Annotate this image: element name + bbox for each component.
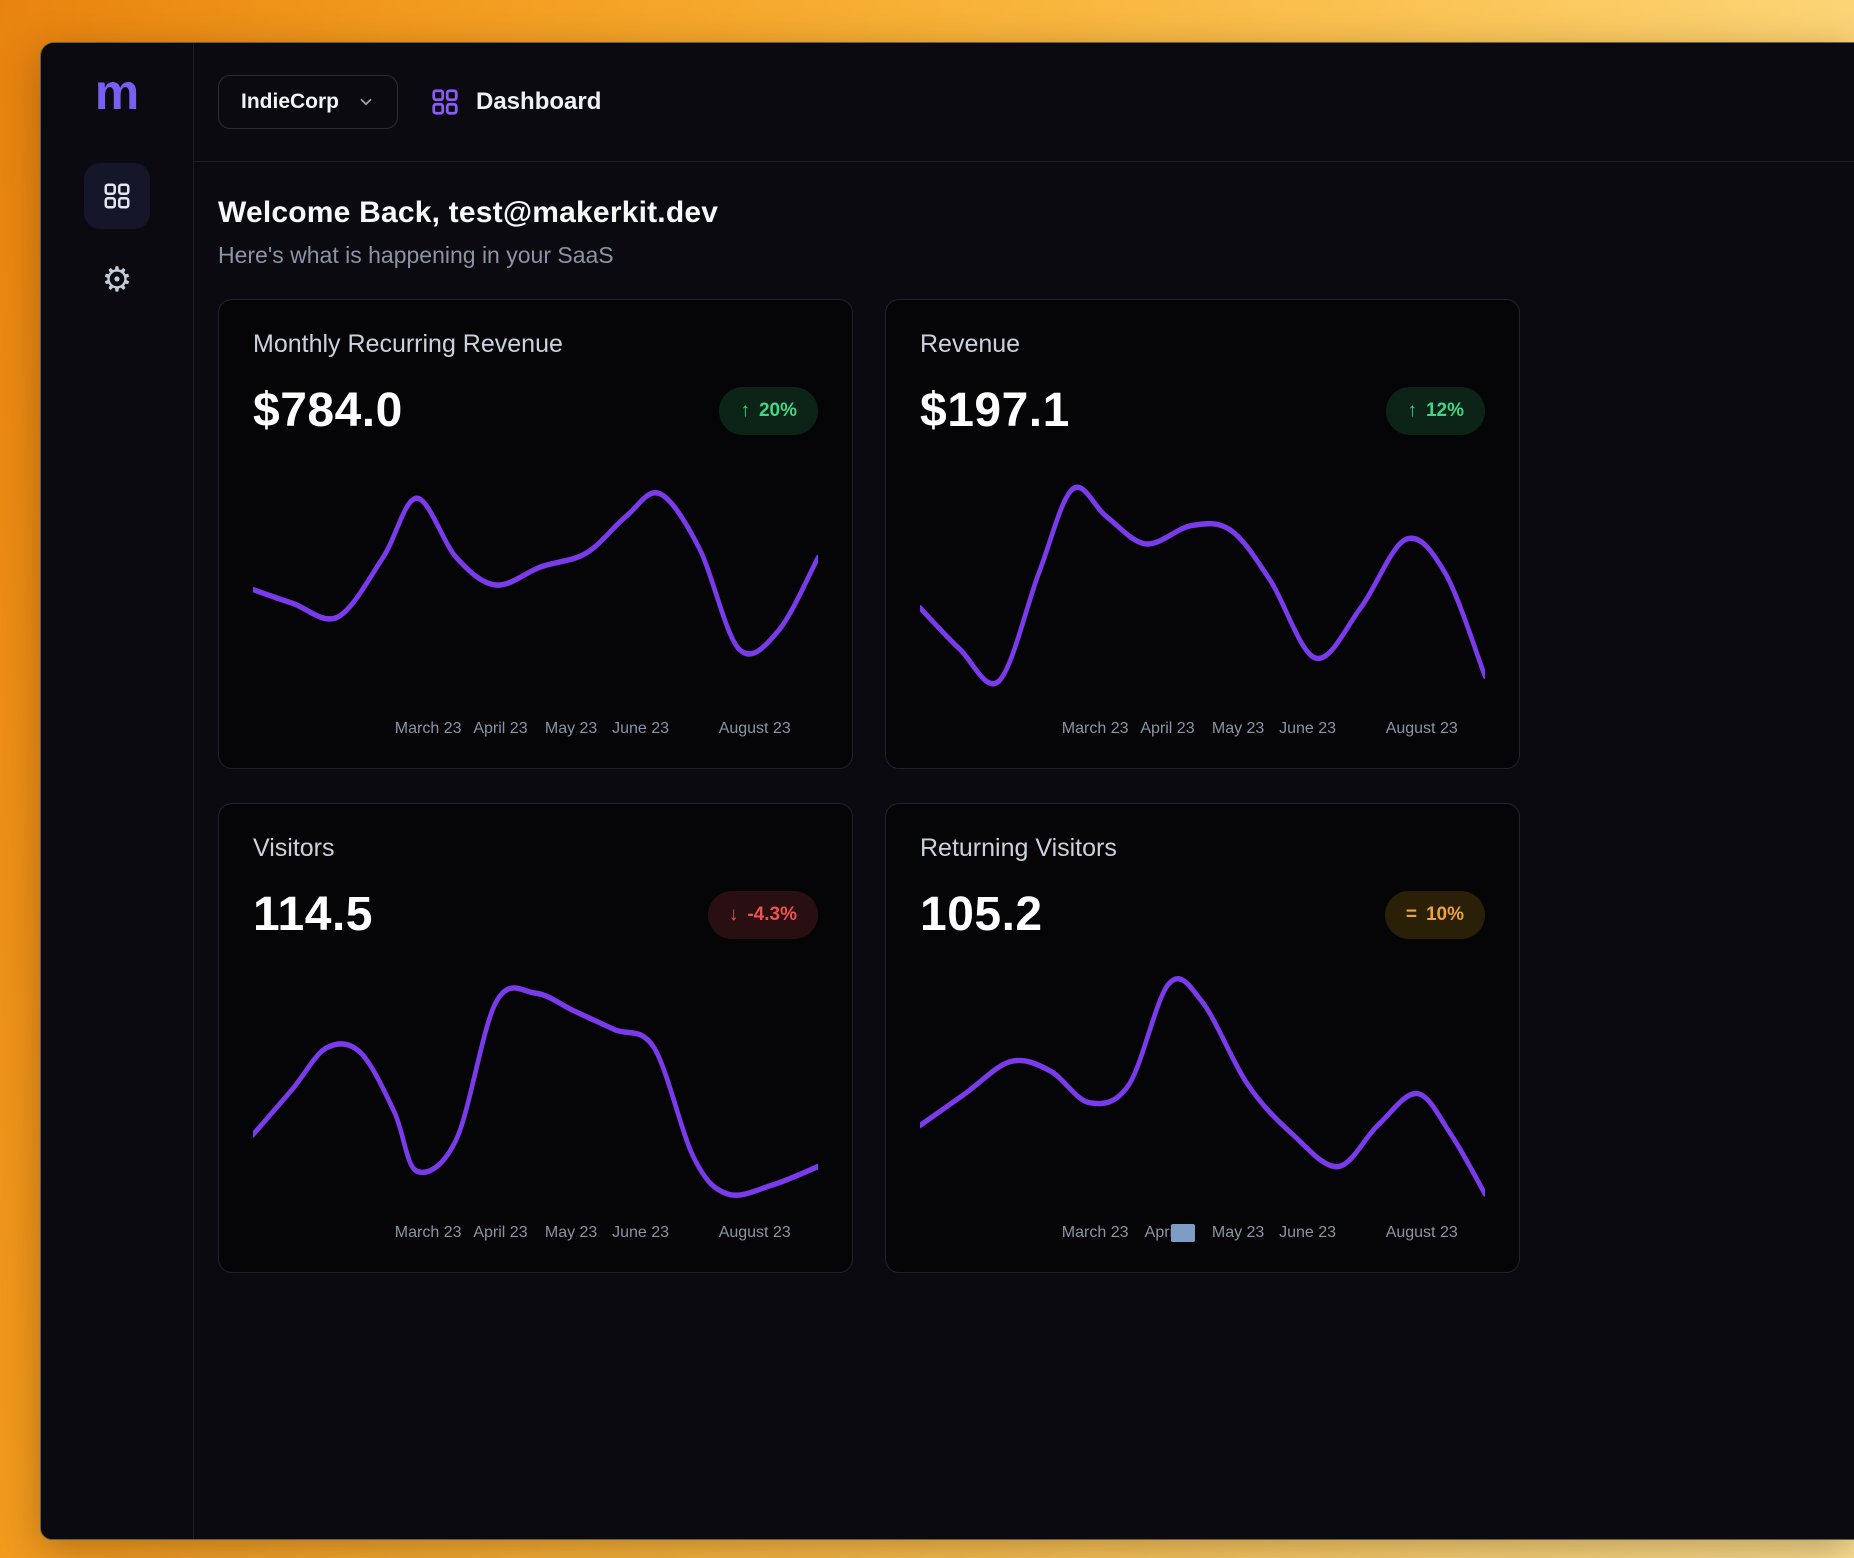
metric-value: $197.1 bbox=[920, 383, 1070, 438]
dashboard-grid-icon bbox=[430, 87, 460, 117]
x-axis-labels: March 23 April 23 May 23 June 23 August … bbox=[253, 1224, 818, 1248]
x-axis-label: March 23 bbox=[395, 720, 462, 738]
x-axis-label: May 23 bbox=[545, 720, 597, 738]
x-axis-label: August 23 bbox=[719, 720, 791, 738]
equals-icon: = bbox=[1406, 904, 1417, 926]
dashboard-content: Welcome Back, test@makerkit.dev Here's w… bbox=[194, 162, 1546, 1273]
x-axis-labels: March 23 April 23 May 23 June 23 August … bbox=[920, 720, 1485, 744]
metric-card-revenue: Revenue $197.1 ↑ 12% March 23 April 23 bbox=[885, 299, 1520, 769]
x-axis-label: June 23 bbox=[612, 720, 669, 738]
sidebar-item-dashboard[interactable] bbox=[84, 163, 150, 229]
selection-highlight bbox=[1171, 1224, 1195, 1242]
app-window: m ⚙ IndieCorp bbox=[40, 42, 1854, 1540]
line-chart-revenue bbox=[920, 460, 1485, 710]
arrow-down-icon: ↓ bbox=[729, 904, 739, 926]
line-chart-returning-visitors bbox=[920, 964, 1485, 1214]
metric-card-visitors: Visitors 114.5 ↓ -4.3% March 23 April 23 bbox=[218, 803, 853, 1273]
x-axis-label: April 23 bbox=[1140, 720, 1194, 738]
trend-badge: ↑ 12% bbox=[1386, 387, 1485, 435]
chevron-down-icon bbox=[357, 93, 375, 111]
metric-cards-grid: Monthly Recurring Revenue $784.0 ↑ 20% M… bbox=[218, 299, 1520, 1273]
gear-icon: ⚙ bbox=[102, 260, 132, 300]
trend-value: 10% bbox=[1426, 904, 1464, 926]
card-title: Visitors bbox=[253, 834, 818, 863]
x-axis-label: March 23 bbox=[1062, 1224, 1129, 1242]
trend-value: 20% bbox=[759, 400, 797, 422]
trend-badge: ↓ -4.3% bbox=[708, 891, 818, 939]
x-axis-label: March 23 bbox=[395, 1224, 462, 1242]
brand-logo: m bbox=[95, 67, 139, 117]
x-axis-label: June 23 bbox=[1279, 1224, 1336, 1242]
line-chart-mrr bbox=[253, 460, 818, 710]
sidebar: m ⚙ bbox=[41, 43, 194, 1539]
card-title: Returning Visitors bbox=[920, 834, 1485, 863]
welcome-subtitle: Here's what is happening in your SaaS bbox=[218, 242, 1520, 269]
x-axis-labels: March 23 April May 23 June 23 August 23 bbox=[920, 1224, 1485, 1248]
x-axis-label: May 23 bbox=[545, 1224, 597, 1242]
metric-value: $784.0 bbox=[253, 383, 403, 438]
x-axis-label: June 23 bbox=[1279, 720, 1336, 738]
grid-icon bbox=[102, 181, 132, 211]
workspace-selector[interactable]: IndieCorp bbox=[218, 75, 398, 129]
x-axis-label: May 23 bbox=[1212, 1224, 1264, 1242]
x-axis-label: April 23 bbox=[473, 1224, 527, 1242]
card-title: Revenue bbox=[920, 330, 1485, 359]
line-chart-visitors bbox=[253, 964, 818, 1214]
card-title: Monthly Recurring Revenue bbox=[253, 330, 818, 359]
trend-badge: = 10% bbox=[1385, 891, 1485, 939]
trend-value: -4.3% bbox=[747, 904, 797, 926]
arrow-up-icon: ↑ bbox=[740, 400, 750, 422]
x-axis-label: August 23 bbox=[1386, 720, 1458, 738]
x-axis-label: May 23 bbox=[1212, 720, 1264, 738]
page-title: Dashboard bbox=[476, 88, 601, 116]
breadcrumb: Dashboard bbox=[430, 87, 601, 117]
metric-card-returning-visitors: Returning Visitors 105.2 = 10% March 23 … bbox=[885, 803, 1520, 1273]
x-axis-labels: March 23 April 23 May 23 June 23 August … bbox=[253, 720, 818, 744]
workspace-name: IndieCorp bbox=[241, 90, 339, 114]
top-header: IndieCorp Dashboard bbox=[194, 43, 1854, 162]
metric-value: 105.2 bbox=[920, 887, 1043, 942]
x-axis-label: August 23 bbox=[1386, 1224, 1458, 1242]
sidebar-item-settings[interactable]: ⚙ bbox=[84, 255, 150, 305]
metric-value: 114.5 bbox=[253, 887, 373, 942]
metric-card-mrr: Monthly Recurring Revenue $784.0 ↑ 20% M… bbox=[218, 299, 853, 769]
trend-badge: ↑ 20% bbox=[719, 387, 818, 435]
welcome-heading: Welcome Back, test@makerkit.dev bbox=[218, 196, 1520, 230]
x-axis-label: March 23 bbox=[1062, 720, 1129, 738]
x-axis-label: June 23 bbox=[612, 1224, 669, 1242]
trend-value: 12% bbox=[1426, 400, 1464, 422]
main-area: IndieCorp Dashboard Welcome Back, test@m… bbox=[194, 43, 1854, 1539]
x-axis-label: August 23 bbox=[719, 1224, 791, 1242]
x-axis-label: April 23 bbox=[473, 720, 527, 738]
arrow-up-icon: ↑ bbox=[1407, 400, 1417, 422]
